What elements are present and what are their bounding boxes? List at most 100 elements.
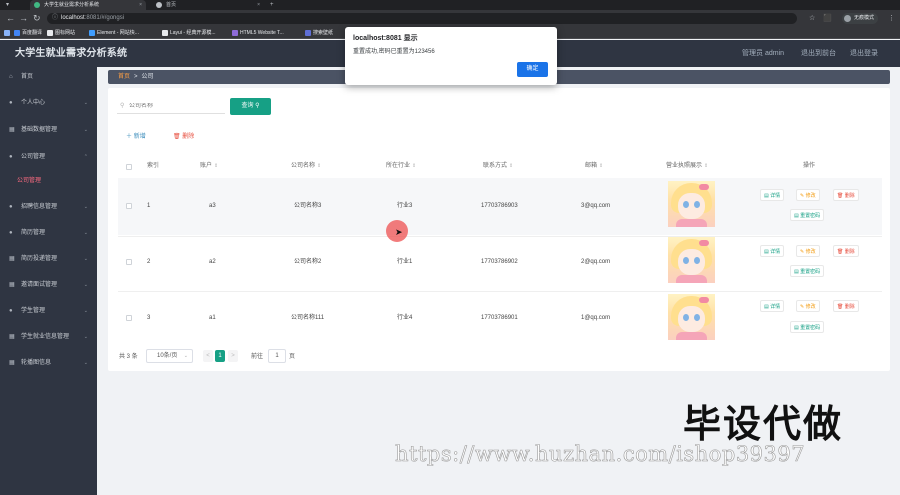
grid-icon: ▦ [9,360,15,366]
bookmark-item[interactable]: 图标网站 [47,27,75,39]
edit-button[interactable]: ✎ 修改 [796,189,820,201]
info-icon: ⓘ [52,15,59,21]
bookmark-star-icon[interactable]: ☆ [809,14,815,23]
search-button[interactable]: 查询 ⚲ [230,98,271,115]
close-icon[interactable]: × [139,0,142,10]
trash-icon: 🗑 [837,249,844,255]
column-header-license[interactable]: 营业执照展示 ⇕ [666,161,708,171]
delete-button[interactable]: 🗑 删除 [833,245,859,257]
header-label: 邮箱 [585,163,598,169]
add-button[interactable]: ＋ 新增 [126,131,146,140]
sidebar-item-student[interactable]: ● 学生管理 ⌄ [0,305,97,318]
bookmark-item[interactable]: Layui - 经典开源模... [162,27,216,39]
delete-button[interactable]: 🗑 删除 [833,189,859,201]
sort-icon: ⇕ [317,163,322,169]
reload-icon[interactable]: ↻ [33,13,41,24]
sidebar-item-carousel[interactable]: ▦ 轮播图信息 ⌄ [0,357,97,370]
breadcrumb-home[interactable]: 首页 [118,74,130,80]
bookmark-item[interactable]: Element - 网站快... [89,27,139,39]
forward-arrow-icon[interactable]: → [19,13,28,24]
row-checkbox[interactable] [126,259,132,265]
column-header-index[interactable]: 索引 [147,161,159,171]
column-header-phone[interactable]: 联系方式 ⇕ [483,161,513,171]
prev-page-button[interactable]: < [203,350,213,362]
next-page-button[interactable]: > [228,350,238,362]
header-label: 所在行业 [386,163,411,169]
sidebar-item-employment-info[interactable]: ▦ 学生就业信息管理 ⌄ [0,331,97,344]
sidebar-item-interview[interactable]: ▦ 邀请面试管理 ⌄ [0,279,97,292]
search-icon: ⚲ [120,103,125,109]
edit-button[interactable]: ✎ 修改 [796,300,820,312]
trash-icon: 🗑 [837,193,844,199]
dialog-ok-button[interactable]: 确定 [517,62,548,77]
detail-button[interactable]: ▤ 详情 [760,189,785,201]
flag-icon [47,30,53,36]
close-icon[interactable]: × [257,0,260,10]
sidebar-item-company[interactable]: ● 公司管理 ⌃ [0,151,97,164]
plus-icon: ＋ [126,134,133,140]
goto-page-input[interactable]: 1 [268,349,286,363]
url-field[interactable]: ⓘ localhost:8081/#/gongsi [47,13,797,24]
tab-search-icon[interactable]: ▾ [6,0,9,10]
profile-label: 无痕模式 [854,15,875,21]
delete-button[interactable]: 🗑 删除 [833,300,859,312]
license-thumbnail[interactable] [668,237,715,283]
extension-icon[interactable]: ⬛ [823,14,832,23]
column-header-industry[interactable]: 所在行业 ⇕ [386,161,416,171]
column-header-account[interactable]: 账户 ⇕ [200,161,218,171]
url-path: :8081/#/gongsi [84,15,125,21]
row-checkbox[interactable] [126,315,132,321]
pagination-total: 共 3 条 [119,354,138,360]
sidebar-item-home[interactable]: ⌂ 首页 [0,71,97,84]
page-1-button[interactable]: 1 [215,350,225,362]
edit-icon: ✎ [800,249,805,255]
sidebar-item-recruitment[interactable]: ● 招聘信息管理 ⌄ [0,201,97,214]
new-tab-button[interactable]: + [270,0,274,10]
op-label: 重置密码 [800,269,821,275]
browser-tab-active[interactable]: 大学生就业需求分析系统 × [30,0,146,10]
reset-password-button[interactable]: ▤ 重置密码 [790,321,825,333]
add-label: 新增 [133,134,146,140]
search-input[interactable] [129,103,219,109]
sidebar-item-label: 学生管理 [21,308,46,314]
sidebar-item-basic-data[interactable]: ▦ 基础数据管理 ⌄ [0,124,97,137]
bookmark-label: 搜索壁纸 [313,30,334,36]
back-arrow-icon[interactable]: ← [6,13,15,24]
cell-industry: 行业4 [397,315,413,321]
edit-button[interactable]: ✎ 修改 [796,245,820,257]
browser-tab[interactable]: 首页 × [152,0,264,10]
trash-icon: 🗑 [837,304,844,310]
sidebar-subitem-company[interactable]: 公司管理 [0,175,97,188]
logout-link[interactable]: 退出登录 [850,40,878,67]
sidebar-item-resume[interactable]: ● 简历管理 ⌄ [0,227,97,240]
go-frontend-link[interactable]: 退出到前台 [801,40,836,67]
column-header-email[interactable]: 邮箱 ⇕ [585,161,603,171]
cell-index: 3 [147,315,151,321]
sidebar: ⌂ 首页 ● 个人中心 ⌄ ▦ 基础数据管理 ⌄ ● 公司管理 ⌃ 公司管理 ● 招聘信息管理 ⌄… [0,67,97,495]
edit-icon: ✎ [800,193,805,199]
sidebar-item-resume-delivery[interactable]: ▦ 简历投递管理 ⌄ [0,253,97,266]
bookmark-item[interactable]: 搜索壁纸 [305,27,333,39]
license-thumbnail[interactable] [668,181,715,227]
chevron-up-icon: ⌃ [83,154,88,160]
chevron-down-icon: ⌄ [83,100,88,106]
watermark-url: https://www.huzhan.com/ishop39397 [395,442,806,467]
column-header-company-name[interactable]: 公司名称 ⇕ [291,161,321,171]
row-checkbox[interactable] [126,203,132,209]
batch-delete-button[interactable]: 🗑 删除 [173,131,194,140]
select-all-checkbox[interactable] [126,164,132,170]
license-thumbnail[interactable] [668,294,715,340]
reset-password-button[interactable]: ▤ 重置密码 [790,265,825,277]
incognito-profile[interactable]: 无痕模式 [842,13,879,24]
detail-button[interactable]: ▤ 详情 [760,300,785,312]
company-name-search[interactable]: ⚲ [117,99,225,114]
cell-industry: 行业3 [397,203,413,209]
bookmark-item[interactable]: HTML5 Website T... [232,27,284,39]
page-size-select[interactable]: 10条/页 ⌄ [146,349,193,363]
menu-kebab-icon[interactable]: ⋮ [888,14,895,23]
bookmark-item[interactable]: 百度翻译 [14,27,42,39]
detail-button[interactable]: ▤ 详情 [760,245,785,257]
op-label: 重置密码 [800,325,821,331]
sidebar-item-personal[interactable]: ● 个人中心 ⌄ [0,97,97,110]
reset-password-button[interactable]: ▤ 重置密码 [790,209,825,221]
